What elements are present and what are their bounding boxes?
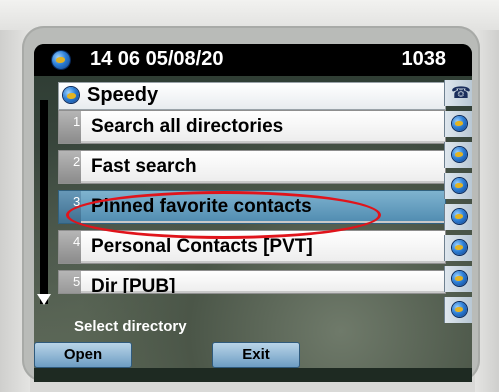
line-key-1[interactable]: ☎	[444, 80, 472, 106]
status-datetime: 14 06 05/08/20	[90, 48, 224, 70]
item-number-tab: 3	[59, 191, 81, 223]
item-number: 1	[73, 114, 81, 129]
title-bar: Speedy	[58, 82, 446, 110]
globe-icon	[63, 87, 79, 103]
item-number-tab: 1	[59, 111, 81, 143]
item-label: Personal Contacts [PVT]	[91, 236, 313, 257]
exit-softkey[interactable]: Exit	[212, 342, 300, 368]
item-number-tab: 4	[59, 231, 81, 263]
item-label: Fast search	[91, 156, 197, 177]
item-number-tab: 2	[59, 151, 81, 183]
status-extension: 1038	[401, 48, 447, 70]
line-key-8[interactable]	[444, 297, 472, 323]
globe-icon	[452, 302, 467, 317]
item-label: Dir [PUB]	[91, 276, 176, 294]
directory-list: 1 Search all directories 2 Fast search 3…	[58, 110, 446, 300]
line-key-3[interactable]	[444, 142, 472, 168]
list-item-search-all-directories[interactable]: 1 Search all directories	[58, 110, 446, 144]
line-key-7[interactable]	[444, 266, 472, 292]
list-item-dir-pub[interactable]: 5 Dir [PUB]	[58, 270, 446, 294]
globe-icon	[452, 240, 467, 255]
scroll-down-arrow-icon[interactable]	[37, 294, 51, 305]
item-number: 4	[73, 234, 81, 249]
scrollbar[interactable]	[40, 100, 48, 304]
phone-screen: 14 06 05/08/20 1038 Speedy 1 Search all …	[34, 44, 472, 382]
item-number: 2	[73, 154, 81, 169]
line-key-5[interactable]	[444, 204, 472, 230]
globe-icon	[52, 51, 70, 69]
globe-icon	[452, 209, 467, 224]
prompt-text: Select directory	[74, 318, 187, 335]
page-title: Speedy	[87, 84, 159, 106]
list-item-pinned-favorite-contacts[interactable]: 3 Pinned favorite contacts	[58, 190, 446, 224]
globe-icon	[452, 178, 467, 193]
open-softkey[interactable]: Open	[34, 342, 132, 368]
item-number-tab: 5	[59, 271, 81, 293]
line-key-2[interactable]	[444, 111, 472, 137]
globe-icon	[452, 147, 467, 162]
phone-icon: ☎	[451, 85, 471, 102]
item-label: Pinned favorite contacts	[91, 196, 312, 217]
list-item-fast-search[interactable]: 2 Fast search	[58, 150, 446, 184]
bottom-strip	[34, 368, 472, 382]
item-number: 5	[73, 274, 81, 289]
line-key-column: ☎	[444, 80, 472, 328]
globe-icon	[452, 271, 467, 286]
line-key-6[interactable]	[444, 235, 472, 261]
list-item-personal-contacts[interactable]: 4 Personal Contacts [PVT]	[58, 230, 446, 264]
status-bar: 14 06 05/08/20 1038	[34, 44, 472, 76]
line-key-4[interactable]	[444, 173, 472, 199]
item-number: 3	[73, 194, 81, 209]
globe-icon	[452, 116, 467, 131]
item-label: Search all directories	[91, 116, 284, 137]
